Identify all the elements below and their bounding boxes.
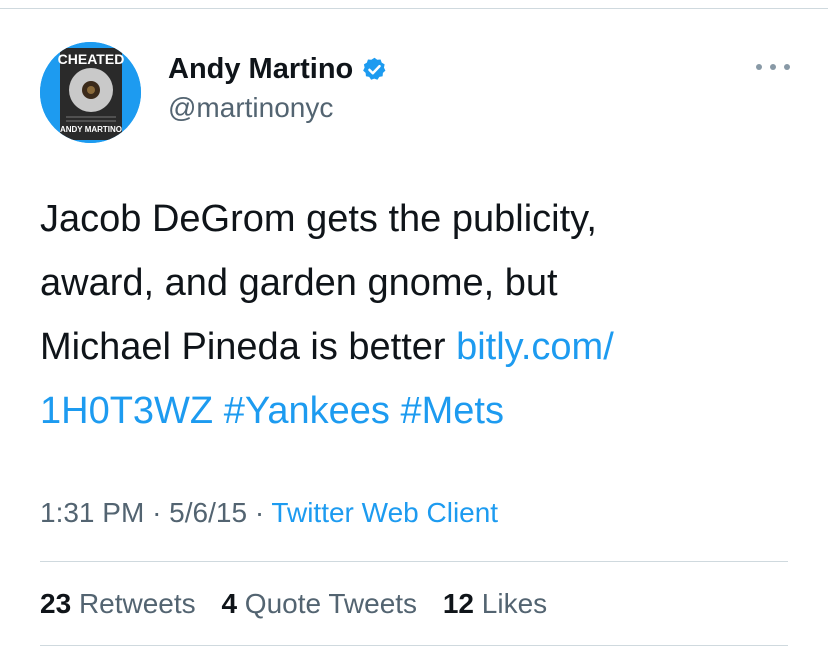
tweet-date[interactable]: 5/6/15 xyxy=(169,497,247,528)
tweet-time[interactable]: 1:31 PM xyxy=(40,497,144,528)
hashtag-yankees[interactable]: #Yankees xyxy=(224,390,390,432)
retweets-stat[interactable]: 23 Retweets xyxy=(40,588,196,619)
quote-tweets-stat[interactable]: 4 Quote Tweets xyxy=(221,588,417,619)
quote-tweets-label: Quote Tweets xyxy=(244,588,418,619)
meta-separator: · xyxy=(254,497,265,528)
verified-badge-icon xyxy=(363,57,386,80)
retweets-count: 23 xyxy=(40,588,72,619)
likes-count: 12 xyxy=(442,588,474,619)
likes-label: Likes xyxy=(481,588,548,619)
tweet-client-link[interactable]: Twitter Web Client xyxy=(271,497,498,528)
avatar-book-title: CHEATED xyxy=(58,51,125,67)
avatar[interactable]: CHEATED ANDY MARTINO xyxy=(40,42,141,143)
retweets-label: Retweets xyxy=(78,588,196,619)
tweet-text-line: Michael Pineda is better xyxy=(40,326,457,368)
tweet-text: Jacob DeGrom gets the publicity, award, … xyxy=(40,187,800,443)
top-divider xyxy=(0,8,828,9)
author-display-name[interactable]: Andy Martino xyxy=(168,51,388,87)
tweet-stats: 23 Retweets 4 Quote Tweets 12 Likes xyxy=(40,584,565,624)
author-handle[interactable]: @martinonyc xyxy=(168,91,333,125)
divider xyxy=(40,561,788,562)
tweet-metadata: 1:31 PM · 5/6/15 · Twitter Web Client xyxy=(40,493,498,533)
quote-tweets-count: 4 xyxy=(221,588,238,619)
tweet-link-continued[interactable]: 1H0T3WZ xyxy=(40,390,213,432)
tweet-text-line: award, and garden gnome, but xyxy=(40,262,558,304)
tweet-text-line: Jacob DeGrom gets the publicity, xyxy=(40,198,597,240)
more-options-icon[interactable] xyxy=(756,52,790,82)
avatar-book-author: ANDY MARTINO xyxy=(60,125,122,134)
tweet-link[interactable]: bitly.com/ xyxy=(456,326,614,368)
meta-separator: · xyxy=(152,497,162,528)
author-name-text[interactable]: Andy Martino xyxy=(168,51,353,87)
likes-stat[interactable]: 12 Likes xyxy=(443,588,547,619)
divider xyxy=(40,645,788,646)
hashtag-mets[interactable]: #Mets xyxy=(400,390,503,432)
